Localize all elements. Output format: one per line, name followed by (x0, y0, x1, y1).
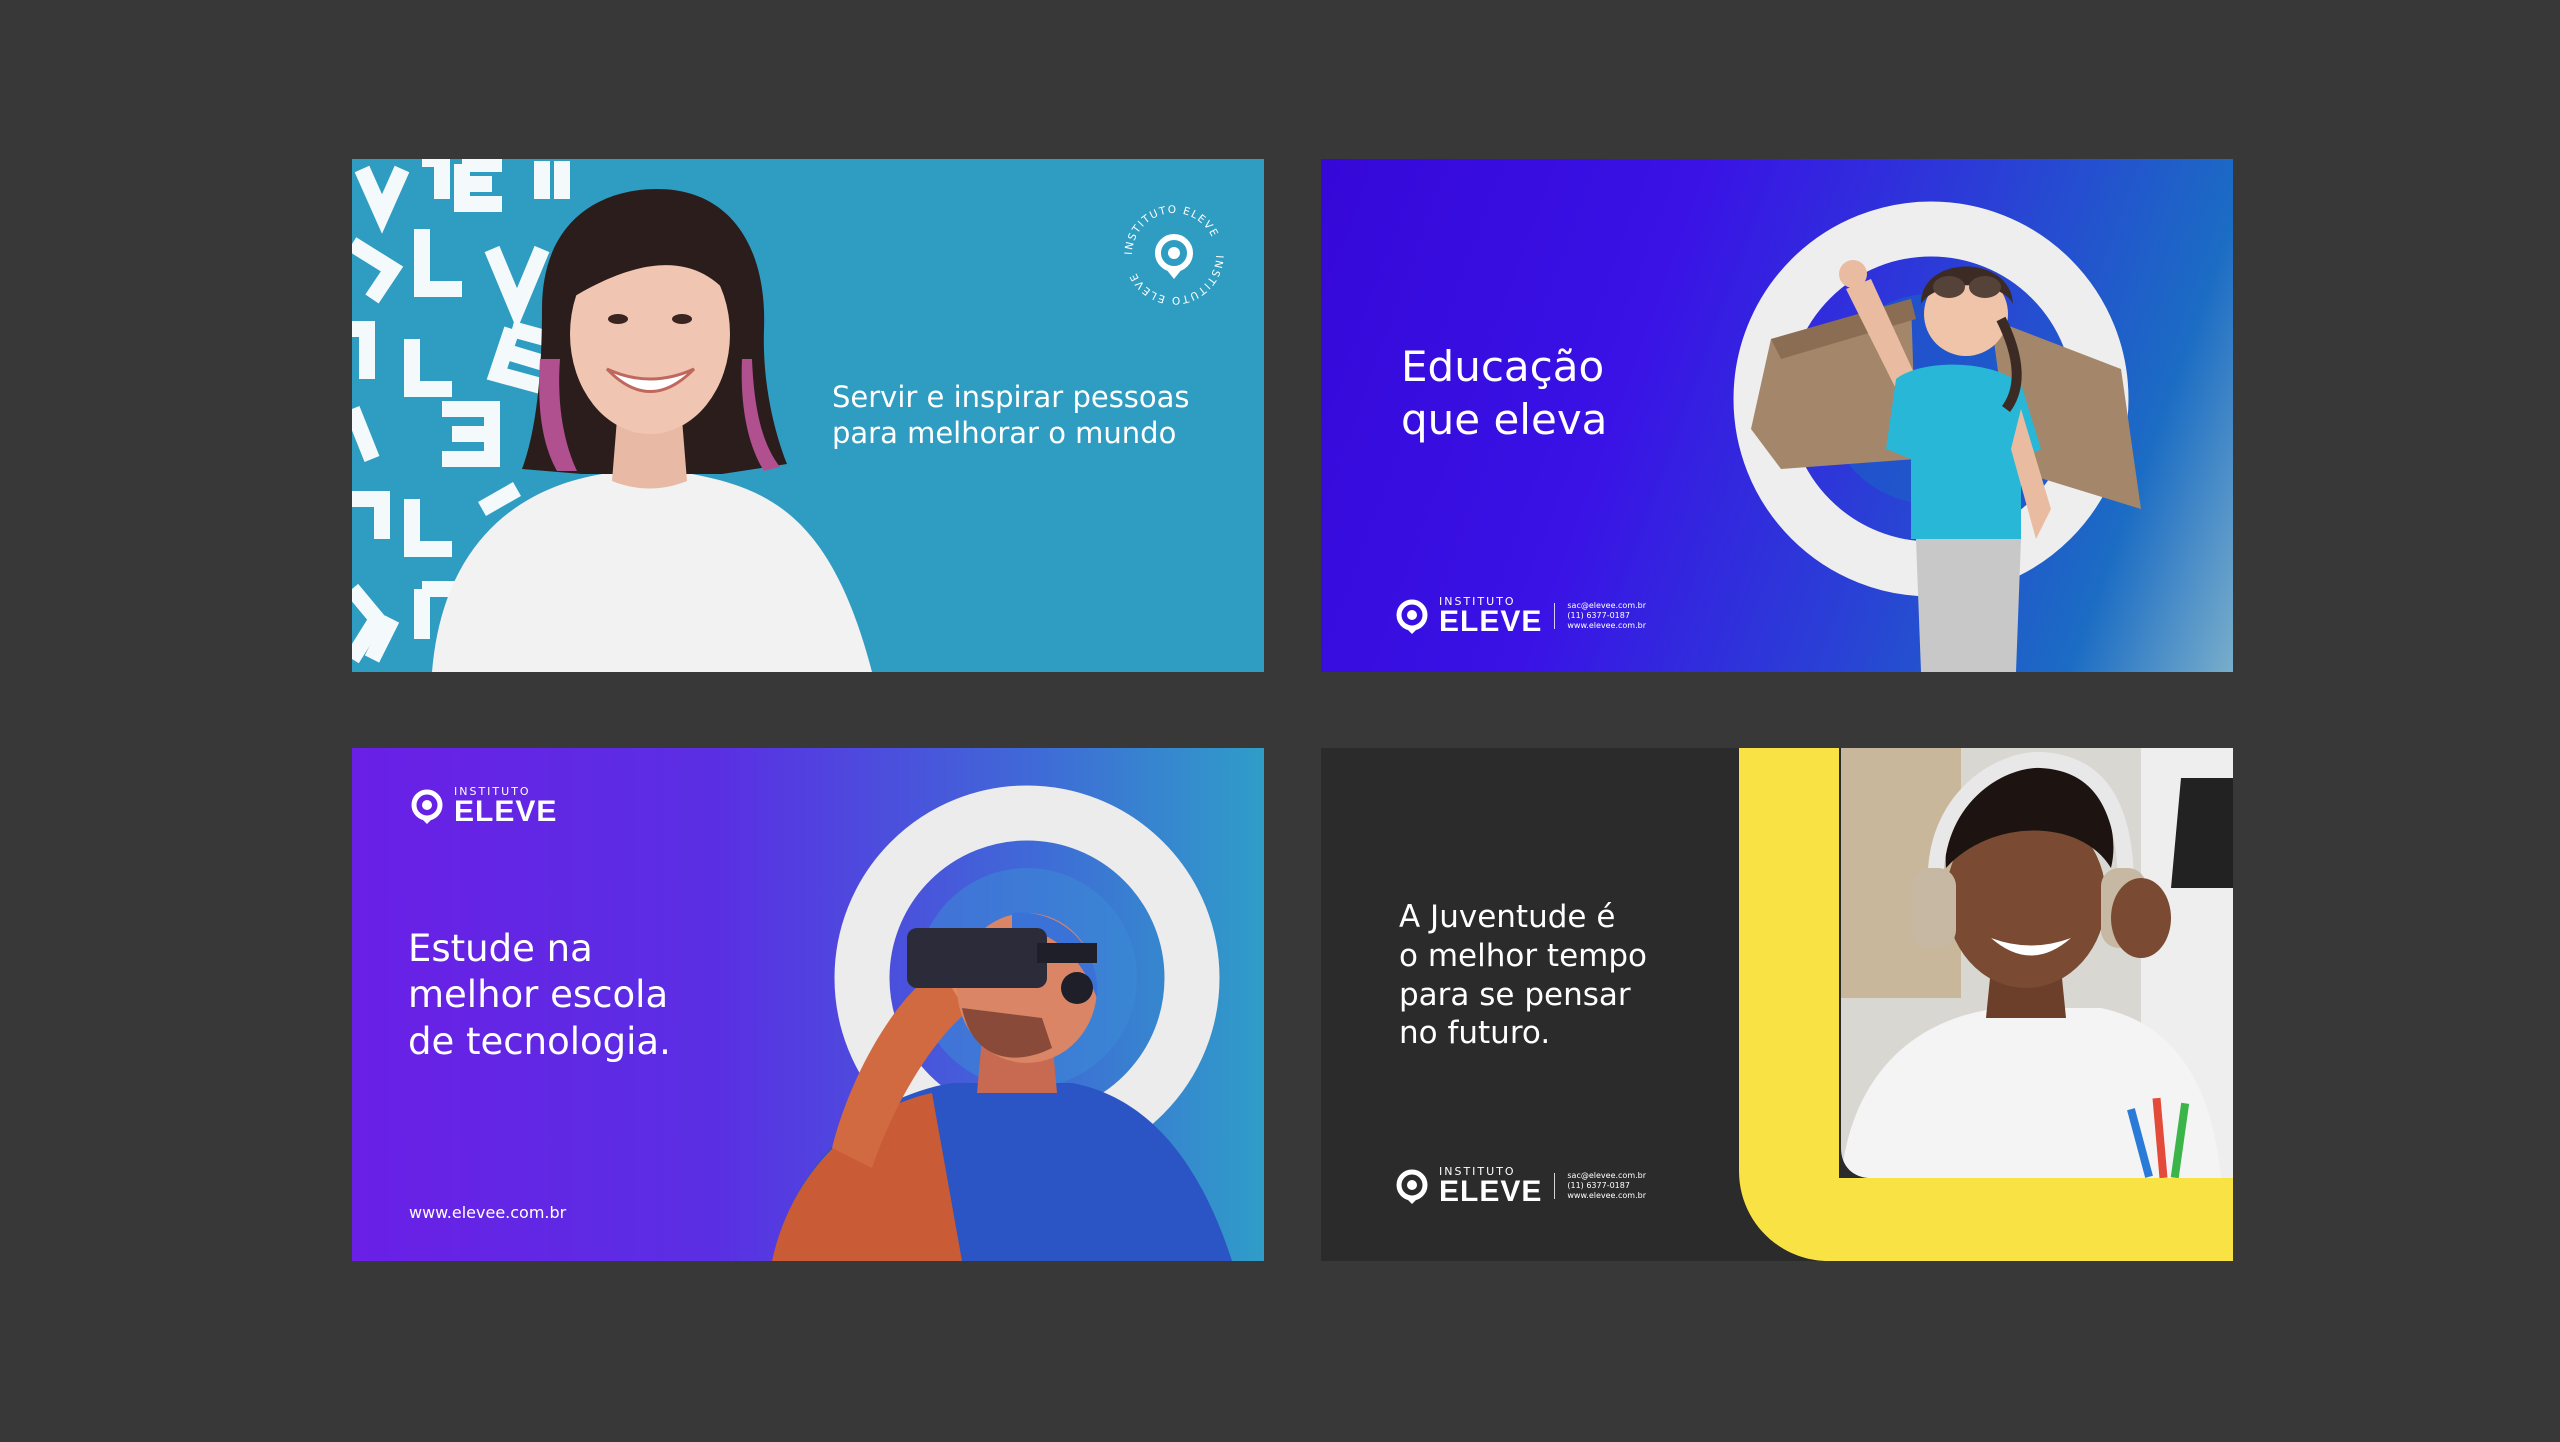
round-logo-seal: INSTITUTO ELEVE INSTITUTO ELEVE (1123, 204, 1225, 306)
headline-line: para se pensar (1399, 976, 1631, 1013)
lockup-big-text: ELEVE (1439, 605, 1543, 638)
headline-line: Educação (1401, 342, 1605, 391)
man-with-vr-headset-photo (772, 912, 1232, 1261)
svg-text:INSTITUTO ELEVE: INSTITUTO ELEVE (1127, 255, 1225, 306)
contact-site: www.elevee.com.br (1567, 1191, 1646, 1200)
contact-phone: (11) 6377-0187 (1567, 1181, 1630, 1190)
website-url: www.elevee.com.br (409, 1203, 567, 1222)
headline-line: Servir e inspirar pessoas (832, 380, 1190, 414)
eleve-logo-icon (1396, 1169, 1428, 1204)
headline-line: que eleva (1401, 394, 1608, 444)
banner-card-servir: INSTITUTO ELEVE INSTITUTO ELEVE Servir e… (352, 159, 1264, 672)
girl-with-cardboard-wings-photo (1751, 260, 2141, 672)
headline: Educação que eleva (1401, 341, 1607, 446)
headline-line: no futuro. (1399, 1015, 1551, 1052)
headline-line: A Juventude é (1399, 899, 1616, 935)
boy-with-headphones-photo (1841, 748, 2233, 1178)
headline: Estude na melhor escola de tecnologia. (408, 926, 671, 1065)
lockup-big-text: ELEVE (454, 795, 558, 828)
contact-phone: (11) 6377-0187 (1567, 611, 1630, 620)
eleve-logo-icon (1396, 599, 1428, 634)
banner-card-educacao: Educação que eleva INSTITUTO ELEVE sac@e… (1321, 159, 2233, 672)
headline-line: Estude na (408, 927, 593, 970)
eleve-logo-icon (411, 789, 443, 824)
banner-card-juventude: A Juventude é o melhor tempo para se pen… (1321, 748, 2233, 1261)
contact-email: sac@elevee.com.br (1567, 601, 1647, 610)
contact-block: sac@elevee.com.br (11) 6377-0187 www.ele… (1567, 1171, 1646, 1201)
lockup-big-text: ELEVE (1439, 1175, 1543, 1208)
headline-line: de tecnologia. (408, 1019, 671, 1063)
smiling-woman-photo (432, 189, 872, 672)
brand-lockup: INSTITUTO ELEVE sac@elevee.com.br (11) 6… (1393, 1166, 1646, 1208)
headline: A Juventude é o melhor tempo para se pen… (1399, 898, 1647, 1053)
brand-lockup: INSTITUTO ELEVE (408, 786, 558, 828)
headline-line: melhor escola (408, 973, 669, 1017)
headline: Servir e inspirar pessoas para melhorar … (832, 379, 1190, 452)
contact-email: sac@elevee.com.br (1567, 1171, 1647, 1180)
banner-card-tecnologia: INSTITUTO ELEVE Estude na melhor escola … (352, 748, 1264, 1261)
divider (1554, 1173, 1556, 1199)
contact-block: sac@elevee.com.br (11) 6377-0187 www.ele… (1567, 601, 1646, 631)
divider (1554, 603, 1556, 629)
headline-line: para melhorar o mundo (832, 416, 1177, 451)
contact-site: www.elevee.com.br (1567, 621, 1646, 630)
headline-line: o melhor tempo (1399, 937, 1647, 974)
brand-lockup: INSTITUTO ELEVE sac@elevee.com.br (11) 6… (1393, 596, 1646, 638)
